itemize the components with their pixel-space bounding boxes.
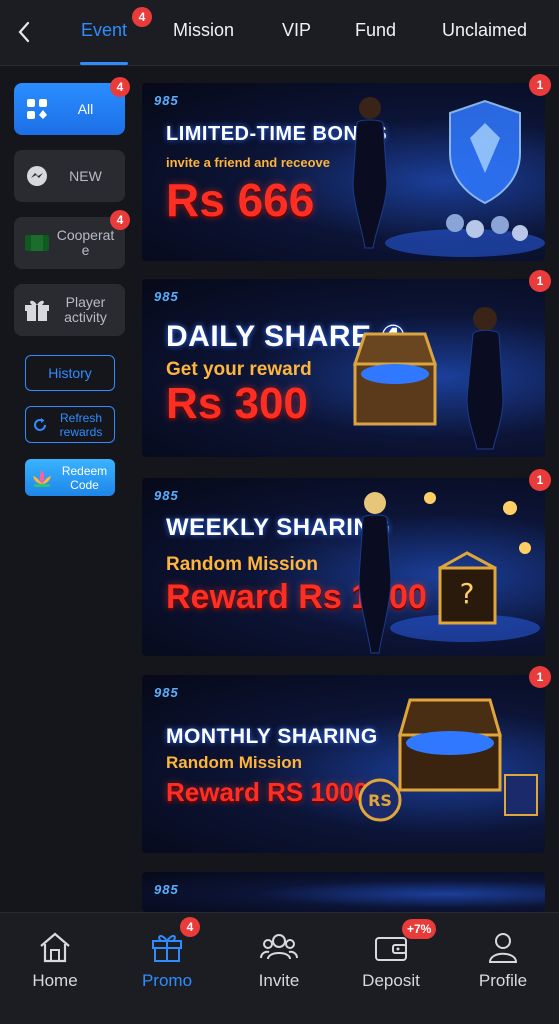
banner-monthly-sharing[interactable]: 985 MONTHLY SHARING Random Mission Rewar… <box>142 675 545 853</box>
bottom-navigation: Home Promo 4 Invite Deposit +7% Profile <box>0 912 559 1024</box>
banner-subtitle: Random Mission <box>166 753 303 772</box>
banner-amount: Rs 300 <box>166 379 308 428</box>
banner-limited-time-bonus[interactable]: 985 LIMITED-TIME BONUS invite a friend a… <box>142 83 545 261</box>
chevron-left-icon <box>18 21 30 43</box>
nav-label: Profile <box>478 971 528 990</box>
brand-logo: 985 <box>154 685 179 700</box>
tab-mission[interactable]: Mission <box>173 20 234 41</box>
banner-badge: 1 <box>529 74 551 96</box>
brand-logo: 985 <box>154 289 179 304</box>
sidebar-item-cooperate[interactable]: Cooperat e <box>14 217 125 269</box>
refresh-icon <box>32 417 48 433</box>
sidebar-cooperate-badge: 4 <box>110 210 130 230</box>
redeem-code-label: Redeem Code <box>61 463 108 492</box>
sidebar-item-label: All <box>77 100 94 117</box>
banner-subtitle: Get your reward <box>166 359 312 380</box>
active-tab-indicator <box>80 62 128 65</box>
history-button[interactable]: History <box>25 355 115 391</box>
tab-fund[interactable]: Fund <box>355 20 396 41</box>
refresh-rewards-button[interactable]: Refresh rewards <box>25 406 115 443</box>
nav-home[interactable]: Home <box>5 929 105 991</box>
nav-invite[interactable]: Invite <box>229 929 329 991</box>
treasure-chest-illustration <box>352 307 504 450</box>
redeem-code-button[interactable]: Redeem Code <box>25 459 115 496</box>
woman-with-shield-illustration <box>352 97 545 257</box>
sidebar-item-all[interactable]: All <box>14 83 125 135</box>
nav-label: Deposit <box>362 971 420 990</box>
sidebar-item-new[interactable]: NEW <box>14 150 125 202</box>
banner-badge: 1 <box>529 469 551 491</box>
banner-partial[interactable]: 985 <box>142 872 545 912</box>
nav-label: Home <box>32 971 78 990</box>
svg-text:RS: RS <box>368 791 392 810</box>
flag-icon <box>22 235 52 251</box>
tab-event-badge: 4 <box>132 7 152 27</box>
tab-event[interactable]: Event <box>81 20 127 41</box>
svg-text:?: ? <box>460 577 475 610</box>
banner-amount: Rs 666 <box>166 174 315 226</box>
brand-logo: 985 <box>154 488 179 503</box>
nav-deposit-badge: +7% <box>402 919 437 939</box>
brand-logo: 985 <box>154 93 179 108</box>
refresh-rewards-label: Refresh rewards <box>59 410 103 439</box>
nav-profile[interactable]: Profile <box>453 929 553 991</box>
sidebar-item-label: NEW <box>69 167 102 184</box>
home-icon <box>5 929 105 965</box>
person-icon <box>453 929 553 965</box>
banner-subtitle: invite a friend and receove <box>166 155 331 170</box>
tab-unclaimed[interactable]: Unclaimed <box>442 20 527 41</box>
sidebar-all-badge: 4 <box>110 77 130 97</box>
treasure-chest-with-chips-illustration: RS <box>358 698 538 822</box>
nav-label: Promo <box>141 971 193 990</box>
gift-icon <box>22 298 52 322</box>
sidebar-item-player-activity[interactable]: Player activity <box>14 284 125 336</box>
banner-weekly-sharing[interactable]: 985 WEEKLY SHARING Random Mission Reward… <box>142 478 545 656</box>
sidebar-item-label: Cooperat e <box>56 227 115 258</box>
banner-badge: 1 <box>529 666 551 688</box>
lotus-icon <box>30 468 54 488</box>
messenger-icon <box>22 164 52 188</box>
top-tab-bar: Event 4 Mission VIP Fund Unclaimed <box>0 0 559 66</box>
nav-label: Invite <box>258 971 300 990</box>
gift-icon <box>117 929 217 965</box>
woman-with-mystery-box-illustration: ? <box>358 492 540 654</box>
people-icon <box>229 929 329 965</box>
banner-daily-share[interactable]: 985 DAILY SHARE ④ Get your reward Rs 300 <box>142 279 545 457</box>
sidebar-item-label: Player activity <box>64 294 107 325</box>
nav-promo[interactable]: Promo <box>117 929 217 991</box>
back-button[interactable] <box>10 18 38 46</box>
nav-promo-badge: 4 <box>180 917 200 937</box>
banner-badge: 1 <box>529 270 551 292</box>
brand-logo: 985 <box>154 882 179 897</box>
grid-icon <box>22 98 52 120</box>
banner-subtitle: Random Mission <box>166 554 319 575</box>
tab-vip[interactable]: VIP <box>282 20 311 41</box>
